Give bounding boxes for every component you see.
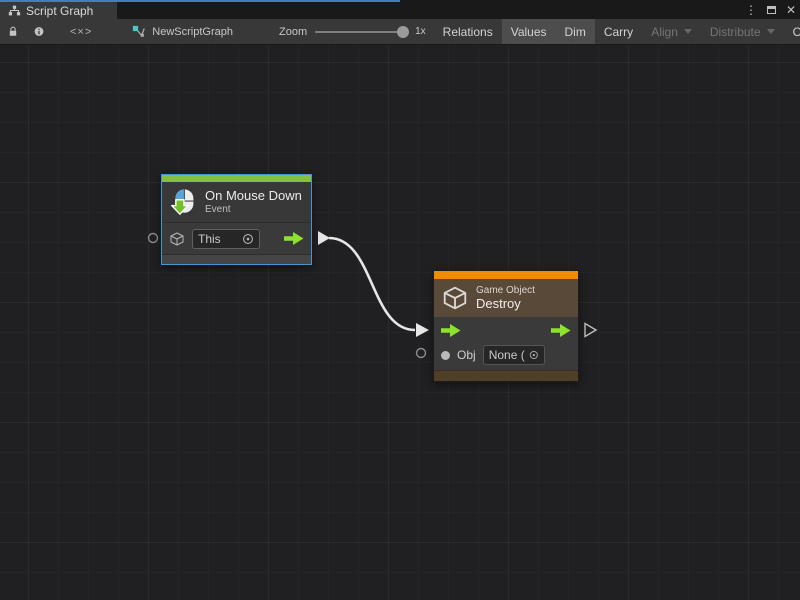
toggle-label: Distribute xyxy=(710,25,761,39)
port-label: Obj xyxy=(457,348,476,362)
node-body: This xyxy=(162,223,311,254)
graph-hierarchy-icon xyxy=(8,4,21,17)
obj-value: None (O xyxy=(489,348,525,362)
node-title: On Mouse Down xyxy=(205,189,302,204)
obj-port-row: Obj None (O xyxy=(434,344,578,370)
distribute-dropdown[interactable]: Distribute xyxy=(701,19,784,44)
gameobject-cube-icon xyxy=(169,231,185,247)
gameobject-cube-icon xyxy=(442,285,468,311)
info-icon xyxy=(34,25,44,38)
wire-layer xyxy=(0,45,800,600)
toggle-carry[interactable]: Carry xyxy=(595,19,642,44)
event-output-port-arrow[interactable] xyxy=(318,231,330,245)
overview-button[interactable]: Overview xyxy=(784,19,800,44)
zoom-slider-knob[interactable] xyxy=(397,26,409,38)
node-header-text: Game Object Destroy xyxy=(476,285,535,311)
port-row: This xyxy=(162,223,311,254)
node-body: Obj None (O xyxy=(434,317,578,370)
lock-icon xyxy=(8,25,18,38)
toggle-dim[interactable]: Dim xyxy=(556,19,595,44)
obj-value-field[interactable]: None (O xyxy=(483,345,545,365)
align-dropdown[interactable]: Align xyxy=(642,19,701,44)
info-button[interactable] xyxy=(26,19,52,44)
zoom-slider[interactable] xyxy=(315,31,407,33)
lock-button[interactable] xyxy=(0,19,26,44)
node-footer xyxy=(434,370,578,381)
tab-title: Script Graph xyxy=(26,4,93,18)
mouse-down-icon xyxy=(170,188,197,216)
toggle-values[interactable]: Values xyxy=(502,19,556,44)
toggle-label: Values xyxy=(511,25,547,39)
node-header[interactable]: Game Object Destroy xyxy=(434,279,578,317)
node-accent-bar xyxy=(434,271,578,279)
destroy-output-port-triangle[interactable] xyxy=(585,324,596,337)
destroy-obj-input-port[interactable] xyxy=(417,349,426,358)
graph-canvas[interactable]: On Mouse Down Event This xyxy=(0,45,800,600)
flow-output-arrow-icon[interactable] xyxy=(284,232,304,245)
toggle-label: Overview xyxy=(793,25,800,39)
tab-strip: Script Graph ⋮ ✕ xyxy=(0,0,800,19)
node-title: Destroy xyxy=(476,297,535,312)
maximize-icon[interactable] xyxy=(764,3,778,17)
value-port-dot-icon[interactable] xyxy=(441,351,450,360)
flow-connection-wire xyxy=(329,238,415,330)
node-on-mouse-down[interactable]: On Mouse Down Event This xyxy=(161,174,312,265)
toggle-label: Align xyxy=(651,25,678,39)
object-picker-icon[interactable] xyxy=(529,349,539,361)
target-value-field[interactable]: This xyxy=(192,229,260,249)
close-icon[interactable]: ✕ xyxy=(784,3,798,17)
flow-output-arrow-icon[interactable] xyxy=(551,324,571,337)
wire-arrowhead-icon xyxy=(416,323,429,337)
node-accent-bar xyxy=(162,175,311,182)
chevron-down-icon xyxy=(767,29,775,34)
target-value: This xyxy=(198,232,221,246)
script-graph-window: Script Graph ⋮ ✕ <×> xyxy=(0,0,800,600)
toggle-label: Relations xyxy=(443,25,493,39)
event-target-input-port[interactable] xyxy=(149,234,158,243)
flow-port-row xyxy=(434,317,578,344)
code-preview-button[interactable]: <×> xyxy=(52,19,110,44)
toggle-label: Dim xyxy=(565,25,586,39)
node-header[interactable]: On Mouse Down Event xyxy=(162,182,311,223)
window-menu-icon[interactable]: ⋮ xyxy=(744,3,758,17)
script-graph-asset-icon xyxy=(132,25,146,39)
node-header-text: On Mouse Down Event xyxy=(205,189,302,215)
graph-name-area[interactable]: NewScriptGraph xyxy=(110,19,243,44)
tab-script-graph[interactable]: Script Graph xyxy=(0,2,117,19)
node-subtitle: Event xyxy=(205,204,302,216)
node-footer xyxy=(162,254,311,264)
object-picker-icon[interactable] xyxy=(242,233,254,245)
chevron-down-icon xyxy=(684,29,692,34)
toggle-label: Carry xyxy=(604,25,633,39)
flow-input-arrow-icon[interactable] xyxy=(441,324,461,337)
zoom-value: 1x xyxy=(415,26,426,37)
zoom-control: Zoom 1x xyxy=(243,19,434,44)
window-controls: ⋮ ✕ xyxy=(744,0,798,19)
node-category: Game Object xyxy=(476,285,535,297)
node-destroy[interactable]: Game Object Destroy Obj xyxy=(433,270,579,382)
toggle-relations[interactable]: Relations xyxy=(434,19,502,44)
graph-name-label: NewScriptGraph xyxy=(152,26,233,38)
zoom-label: Zoom xyxy=(279,26,307,38)
graph-toolbar: <×> NewScriptGraph Zoom 1x Relations Val… xyxy=(0,19,800,45)
